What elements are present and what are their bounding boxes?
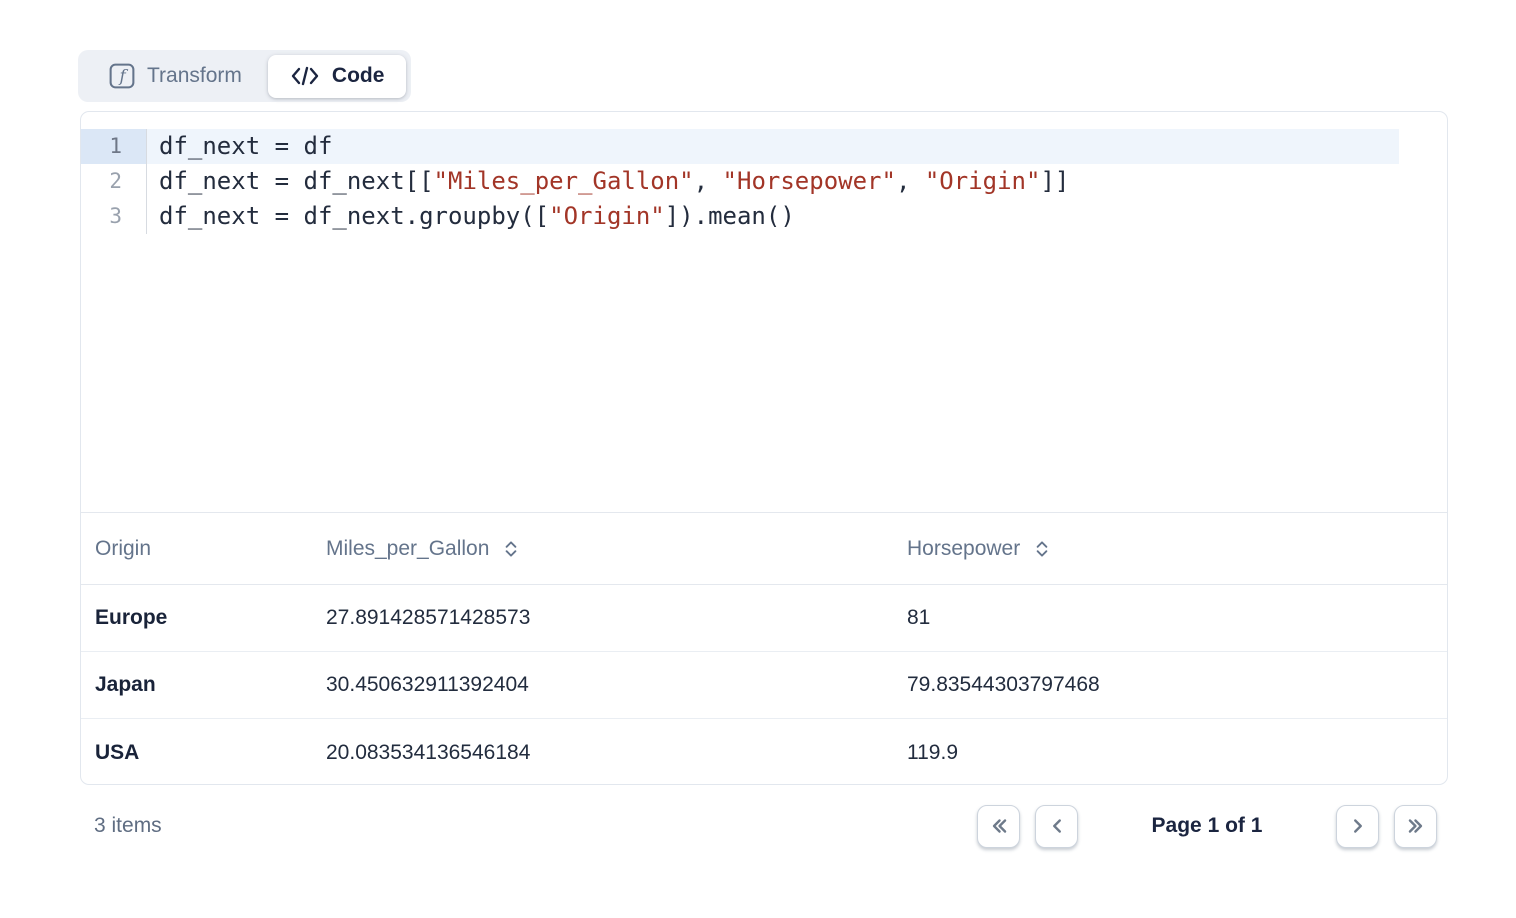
line-number: 1 (81, 129, 147, 164)
code-editor[interactable]: 1df_next = df2df_next = df_next[["Miles_… (81, 112, 1447, 513)
tab-transform-label: Transform (147, 64, 242, 88)
table-header-row: Origin Miles_per_Gallon Horsepower (81, 513, 1447, 585)
code-text[interactable]: df_next = df_next.groupby(["Origin"]).me… (147, 199, 1399, 234)
code-text[interactable]: df_next = df (147, 129, 1399, 164)
table-row: Japan30.45063291139240479.83544303797468 (81, 652, 1447, 719)
items-count-label: 3 items (80, 814, 162, 838)
line-number: 2 (81, 164, 147, 199)
pagination-controls: Page 1 of 1 (977, 805, 1448, 848)
last-page-button[interactable] (1394, 805, 1437, 848)
tab-transform[interactable]: f Transform (83, 55, 268, 98)
column-header-label: Horsepower (907, 537, 1020, 561)
code-line[interactable]: 2df_next = df_next[["Miles_per_Gallon", … (81, 164, 1447, 199)
row-label-cell: USA (81, 741, 326, 765)
view-tabbar: f Transform Code (78, 50, 411, 102)
value-cell: 20.083534136546184 (326, 741, 907, 765)
row-label-cell: Japan (81, 673, 326, 697)
table-row: USA20.083534136546184119.9 (81, 719, 1447, 786)
table-body: Europe27.89142857142857381Japan30.450632… (81, 585, 1447, 786)
value-cell: 79.83544303797468 (907, 673, 1447, 697)
code-line[interactable]: 3df_next = df_next.groupby(["Origin"]).m… (81, 199, 1447, 234)
chevrons-right-icon (1405, 815, 1427, 837)
chevrons-left-icon (988, 815, 1010, 837)
sort-icon[interactable] (503, 538, 519, 560)
column-header-horsepower[interactable]: Horsepower (907, 537, 1447, 561)
chevron-right-icon (1347, 815, 1369, 837)
code-line[interactable]: 1df_next = df (81, 129, 1447, 164)
column-header-origin: Origin (81, 537, 326, 561)
line-number: 3 (81, 199, 147, 234)
value-cell: 30.450632911392404 (326, 673, 907, 697)
code-icon (290, 65, 320, 87)
column-header-label: Origin (95, 537, 151, 561)
row-label-cell: Europe (81, 606, 326, 630)
chevron-left-icon (1046, 815, 1068, 837)
value-cell: 27.891428571428573 (326, 606, 907, 630)
tab-code[interactable]: Code (268, 55, 407, 98)
function-icon: f (109, 63, 135, 89)
first-page-button[interactable] (977, 805, 1020, 848)
table-footer: 3 items Page 1 of 1 (80, 792, 1448, 860)
column-header-label: Miles_per_Gallon (326, 537, 489, 561)
sort-icon[interactable] (1034, 538, 1050, 560)
svg-text:f: f (118, 66, 129, 86)
value-cell: 81 (907, 606, 1447, 630)
transform-panel: 1df_next = df2df_next = df_next[["Miles_… (80, 111, 1448, 785)
page-indicator: Page 1 of 1 (1093, 814, 1321, 838)
prev-page-button[interactable] (1035, 805, 1078, 848)
tab-code-label: Code (332, 64, 385, 88)
code-lines: 1df_next = df2df_next = df_next[["Miles_… (81, 129, 1447, 234)
value-cell: 119.9 (907, 741, 1447, 765)
next-page-button[interactable] (1336, 805, 1379, 848)
table-row: Europe27.89142857142857381 (81, 585, 1447, 652)
code-text[interactable]: df_next = df_next[["Miles_per_Gallon", "… (147, 164, 1399, 199)
column-header-miles_per_gallon[interactable]: Miles_per_Gallon (326, 537, 907, 561)
